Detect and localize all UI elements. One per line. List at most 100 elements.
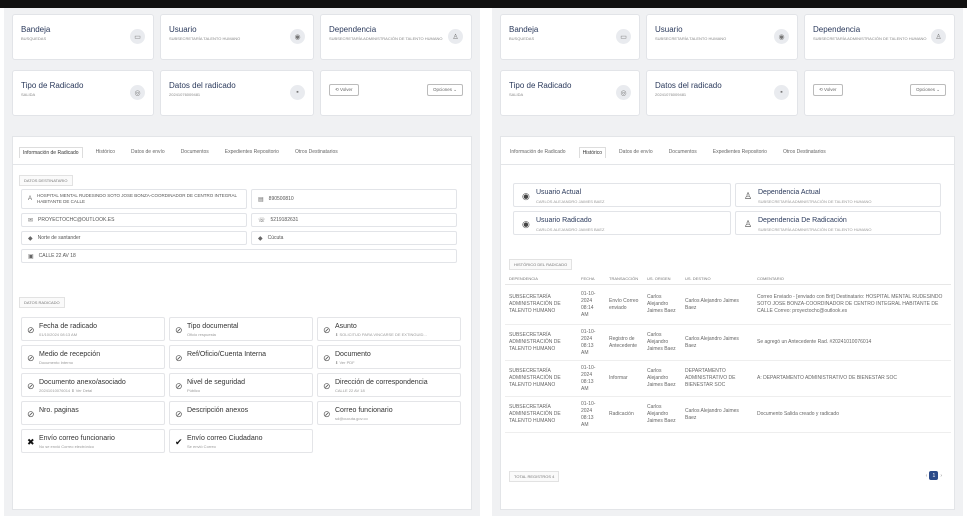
cell-dependencia: SUBSECRETARÍA ADMINISTRACIÓN DE TALENTO …: [505, 396, 577, 433]
table-row[interactable]: SUBSECRETARÍA ADMINISTRACIÓN DE TALENTO …: [505, 360, 951, 397]
detail-title: Nivel de seguridad: [187, 379, 245, 386]
tab-historico[interactable]: Histórico: [93, 147, 118, 158]
tag-icon: ⊘: [175, 409, 183, 419]
phone-value: 5219182631: [270, 217, 299, 223]
tab-informacion-radicado[interactable]: Información de Radicado: [507, 147, 569, 158]
volver-button[interactable]: ⟲ Volver: [329, 84, 359, 96]
tag-icon: ⊘: [175, 353, 183, 363]
window-top-bar: [0, 0, 967, 8]
box-value: SUBSECRETARÍA ADMINISTRACIÓN DE TALENTO …: [758, 227, 872, 232]
detail-descripcion-anexos: ⊘ Descripción anexos: [169, 401, 313, 425]
usuario-radicado-box: ◉ Usuario Radicado Carlos Alejandro Jaim…: [513, 211, 731, 235]
cell-transaccion: Radicación: [605, 396, 643, 433]
prev-page-icon[interactable]: ‹: [926, 473, 928, 479]
page-1-button[interactable]: 1: [929, 471, 939, 480]
type-icon: ◎: [130, 85, 145, 100]
card-title: Usuario: [655, 25, 683, 34]
user-icon: ◉: [522, 191, 530, 201]
card-subtitle: 20241076009481: [655, 92, 687, 97]
volver-button[interactable]: ⟲ Volver: [813, 84, 843, 96]
table-row[interactable]: SUBSECRETARÍA ADMINISTRACIÓN DE TALENTO …: [505, 284, 951, 325]
total-registros: TOTAL REGISTROS 4: [509, 471, 560, 482]
detail-fecha-radicado: ⊘ Fecha de radicado 01/10/2024 08:13 AM: [21, 317, 165, 341]
actions-card: ⟲ Volver Opciones ⌄: [320, 70, 472, 116]
tab-expedientes[interactable]: Expedientes Repositorio: [222, 147, 282, 158]
col-us-origen[interactable]: US. ORIGEN: [643, 273, 681, 285]
view-pdf-link[interactable]: ⬇ Ver PDF: [335, 360, 355, 365]
tab-documentos[interactable]: Documentos: [178, 147, 212, 158]
tab-otros-destinatarios[interactable]: Otros Destinatarios: [780, 147, 829, 158]
card-usuario[interactable]: Usuario SUBSECRETARÍA TALENTO HUMANO ◉: [160, 14, 314, 60]
department-value: Norte de santander: [37, 235, 81, 241]
cell-fecha: 01-10-2024 08:14 AM: [577, 284, 605, 325]
detail-documento: ⊘ Documento ⬇ Ver PDF: [317, 345, 461, 369]
email-value: PROYECTOCHC@OUTLOOK.ES: [38, 217, 115, 223]
cell-dependencia: SUBSECRETARÍA ADMINISTRACIÓN DE TALENTO …: [505, 360, 577, 397]
card-datos-radicado[interactable]: Datos del radicado 20241076009481 ▪: [646, 70, 798, 116]
tag-icon: ⊘: [323, 353, 331, 363]
opciones-button[interactable]: Opciones ⌄: [426, 84, 463, 96]
document-icon: ▪: [774, 85, 789, 100]
cell-fecha: 01-10-2024 08:13 AM: [577, 360, 605, 397]
tab-datos-envio[interactable]: Datos de envío: [616, 147, 656, 158]
detail-asunto: ⊘ Asunto ⬇ SOLICITUD PARA VINCARSE DE EX…: [317, 317, 461, 341]
opciones-button[interactable]: Opciones ⌄: [909, 84, 946, 96]
table-row[interactable]: SUBSECRETARÍA ADMINISTRACIÓN DE TALENTO …: [505, 324, 951, 361]
card-subtitle: SUBSECRETARÍA TALENTO HUMANO: [655, 36, 727, 41]
detail-title: Documento: [335, 351, 371, 358]
card-dependencia[interactable]: Dependencia SUBSECRETARÍA ADMINISTRACIÓN…: [320, 14, 472, 60]
detail-value: Oficio respuesta: [187, 332, 216, 337]
card-tipo-radicado[interactable]: Tipo de Radicado SALIDA ◎: [12, 70, 154, 116]
detail-value[interactable]: 20241010076014 ⬇ Ver Detal: [39, 388, 92, 393]
table-row[interactable]: SUBSECRETARÍA ADMINISTRACIÓN DE TALENTO …: [505, 396, 951, 433]
col-fecha[interactable]: FECHA: [577, 273, 605, 285]
tab-documentos[interactable]: Documentos: [666, 147, 700, 158]
cell-transaccion: Envío Correo enviado: [605, 284, 643, 325]
card-subtitle: SUBSECRETARÍA TALENTO HUMANO: [169, 36, 241, 41]
card-bandeja[interactable]: Bandeja Busquedas ▭: [12, 14, 154, 60]
card-bandeja[interactable]: Bandeja Busquedas ▭: [500, 14, 640, 60]
box-title: Usuario Radicado: [536, 217, 592, 224]
card-subtitle: SUBSECRETARÍA ADMINISTRACIÓN DE TALENTO …: [329, 36, 443, 41]
detail-value: Documento Interno: [39, 360, 74, 365]
cell-us-origen: Carlos Alejandro Jaimes Baez: [643, 284, 681, 325]
dest-id-value: 890500810: [268, 196, 294, 202]
address-field: ▣ CALLE 22 AV 18: [21, 249, 457, 263]
detail-value[interactable]: ⬇ SOLICITUD PARA VINCARSE DE EXTINGUID..…: [335, 332, 427, 337]
tag-icon: ⊘: [27, 353, 35, 363]
tab-informacion-radicado[interactable]: Información de Radicado: [19, 147, 83, 158]
department-field: ◆ Norte de santander: [21, 231, 247, 245]
tag-icon: ⊘: [27, 381, 35, 391]
box-value: Carlos Alejandro Jaimes Baez: [536, 227, 605, 232]
box-title: Usuario Actual: [536, 189, 582, 196]
tab-datos-envio[interactable]: Datos de envío: [128, 147, 168, 158]
card-dependencia[interactable]: Dependencia SUBSECRETARÍA ADMINISTRACIÓN…: [804, 14, 955, 60]
department-icon: ♙: [448, 29, 463, 44]
tab-expedientes[interactable]: Expedientes Repositorio: [710, 147, 770, 158]
detail-title: Tipo documental: [187, 323, 239, 330]
cell-comentario: Se agregó un Antecedente Rad. #202410100…: [753, 324, 951, 361]
tab-otros-destinatarios[interactable]: Otros Destinatarios: [292, 147, 341, 158]
cell-dependencia: SUBSECRETARÍA ADMINISTRACIÓN DE TALENTO …: [505, 284, 577, 325]
cell-us-origen: Carlos Alejandro Jaimes Baez: [643, 396, 681, 433]
phone-field: ☏ 5219182631: [251, 213, 457, 227]
tab-divider: [501, 164, 954, 165]
city-value: Cúcuta: [267, 235, 284, 241]
card-title: Usuario: [169, 25, 197, 34]
detail-envio-correo-funcionario: ✖ Envío correo funcionario No se envió C…: [21, 429, 165, 453]
detail-direccion: ⊘ Dirección de correspondencia CALLE 22 …: [317, 373, 461, 397]
card-tipo-radicado[interactable]: Tipo de Radicado SALIDA ◎: [500, 70, 640, 116]
col-transaccion[interactable]: TRANSACCIÓN: [605, 273, 643, 285]
pagination: ‹ 1 ›: [926, 471, 942, 480]
card-usuario[interactable]: Usuario SUBSECRETARÍA TALENTO HUMANO ◉: [646, 14, 798, 60]
tab-historico[interactable]: Histórico: [578, 147, 607, 158]
col-comentario[interactable]: COMENTARIO: [753, 273, 951, 285]
detail-ref-oficio: ⊘ Ref/Oficio/Cuenta Interna: [169, 345, 313, 369]
next-page-icon[interactable]: ›: [940, 473, 942, 479]
card-subtitle: SALIDA: [509, 92, 524, 97]
detail-value: 01/10/2024 08:13 AM: [39, 332, 78, 337]
card-datos-radicado[interactable]: Datos del radicado 20241076009481 ▪: [160, 70, 314, 116]
col-dependencia[interactable]: DEPENDENCIA: [505, 273, 577, 285]
col-us-destino[interactable]: US. DESTINO: [681, 273, 753, 285]
email-icon: ✉: [28, 217, 34, 224]
